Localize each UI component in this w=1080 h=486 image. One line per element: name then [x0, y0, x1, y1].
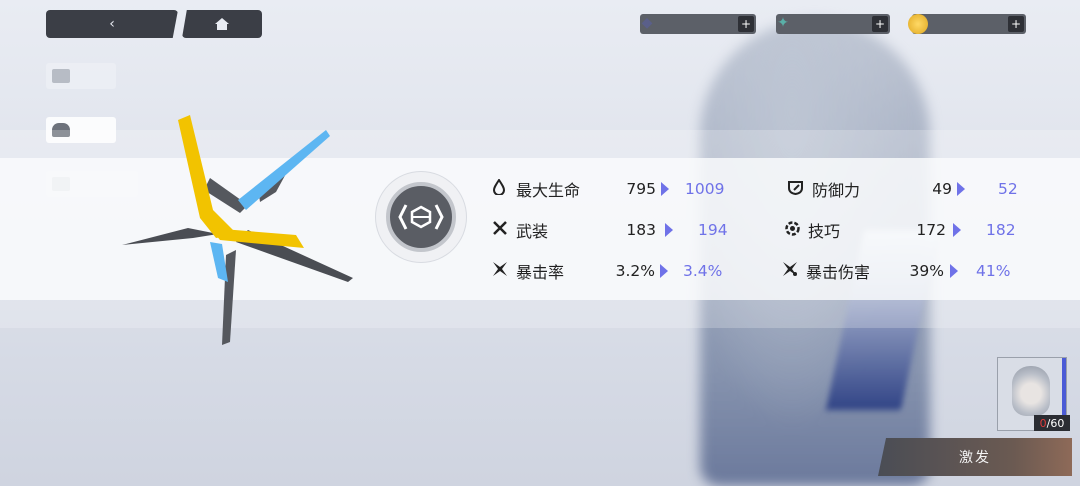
- coin-icon: [908, 14, 928, 34]
- stat-defense: 防御力: [788, 178, 860, 200]
- character-portrait: [1012, 366, 1050, 416]
- stat-attack: 武装: [492, 219, 548, 241]
- stat-technique-current: 172: [916, 221, 946, 239]
- activate-button[interactable]: 激发: [878, 438, 1072, 476]
- add-coin-button[interactable]: +: [1008, 16, 1024, 32]
- stat-emblem: [376, 172, 466, 262]
- stat-crit-damage-current: 39%: [909, 262, 944, 280]
- stat-max-hp: 最大生命: [492, 178, 580, 200]
- token-icon: ✦: [777, 15, 789, 31]
- shield-icon: [788, 180, 808, 199]
- stat-crit-damage-next: 41%: [976, 262, 1011, 280]
- cross-swords-icon: [492, 220, 512, 240]
- stat-crit-damage: 暴击伤害: [782, 260, 870, 282]
- back-chevron-icon: ‹: [109, 16, 115, 32]
- stat-max-hp-current: 795: [626, 180, 656, 198]
- stat-max-hp-next: 1009: [685, 180, 725, 198]
- stat-defense-next: 52: [998, 180, 1018, 198]
- stat-defense-current: 49: [932, 180, 952, 198]
- upgrade-arrow-icon: [950, 264, 958, 278]
- upgrade-arrow-icon: [957, 182, 965, 196]
- crit-rate-icon: [492, 261, 512, 281]
- overview-icon: [52, 69, 70, 83]
- crystal-icon: ◆: [641, 15, 653, 31]
- add-crystal-button[interactable]: +: [738, 16, 754, 32]
- token-resource: ✦ +: [776, 14, 890, 34]
- upgrade-arrow-icon: [953, 223, 961, 237]
- home-icon: [215, 18, 229, 30]
- stat-technique: 技巧: [784, 219, 840, 241]
- sidebar-item-overview[interactable]: [46, 63, 116, 89]
- chip-hexagon-icon: [398, 204, 444, 230]
- home-button[interactable]: [182, 10, 262, 38]
- stat-technique-next: 182: [986, 221, 1016, 239]
- skill-gear-icon: [784, 220, 804, 241]
- stat-attack-next: 194: [698, 221, 728, 239]
- crystal-resource: ◆ +: [640, 14, 756, 34]
- add-token-button[interactable]: +: [872, 16, 888, 32]
- stat-crit-rate-current: 3.2%: [615, 262, 655, 280]
- hp-drop-icon: [492, 178, 512, 199]
- character-level-badge: 0/60: [1034, 415, 1070, 431]
- back-button[interactable]: ‹: [46, 10, 178, 38]
- star-emblem-icon: [122, 115, 353, 345]
- upgrade-arrow-icon: [660, 264, 668, 278]
- crit-damage-icon: [782, 261, 802, 281]
- upgrade-arrow-icon: [665, 223, 673, 237]
- upgrade-arrow-icon: [661, 182, 669, 196]
- stat-crit-rate-next: 3.4%: [683, 262, 723, 280]
- coin-resource: +: [908, 14, 1026, 34]
- stat-attack-current: 183: [626, 221, 656, 239]
- stat-crit-rate: 暴击率: [492, 260, 564, 282]
